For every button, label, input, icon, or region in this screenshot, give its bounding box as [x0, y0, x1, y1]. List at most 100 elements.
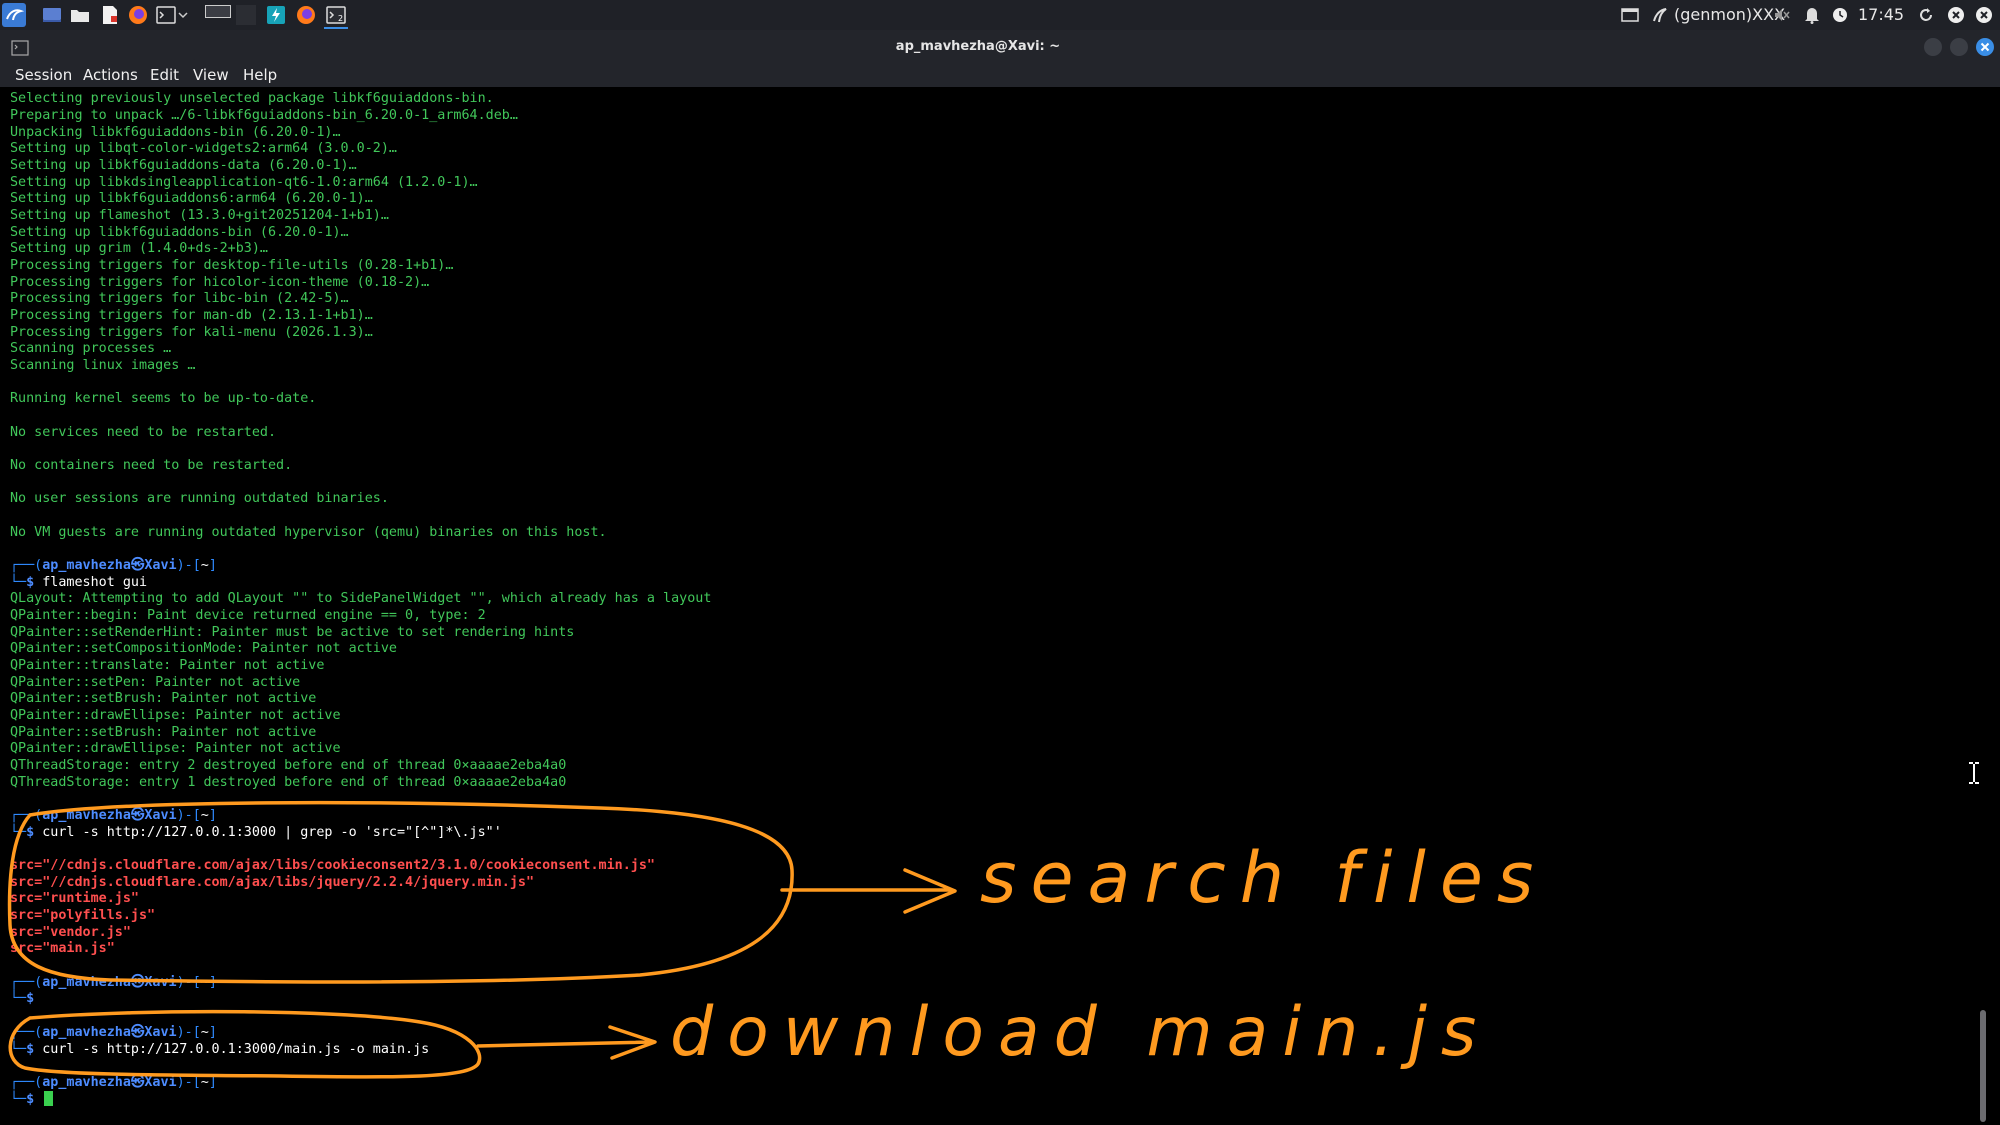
maximize-button[interactable]	[1950, 38, 1968, 56]
output-line: Setting up libkf6guiaddons6:arm64 (6.20.…	[10, 191, 373, 206]
menu-edit[interactable]: Edit	[150, 63, 179, 87]
output-line: QPainter::setBrush: Painter not active	[10, 725, 317, 740]
svg-text:2: 2	[338, 14, 343, 23]
prompt-host: Xavi	[144, 558, 177, 573]
genmon-icon	[1648, 3, 1672, 27]
prompt-line: ┌──(ap_mavhezha㉿Xavi)-[~]	[10, 975, 217, 990]
file-manager-icon[interactable]	[68, 3, 92, 27]
output-line: QPainter::begin: Paint device returned e…	[10, 608, 486, 623]
prompt-dir: ~	[200, 558, 209, 573]
text-editor-icon[interactable]	[98, 3, 122, 27]
prompt-host: Xavi	[144, 808, 177, 823]
prompt-host: Xavi	[144, 1075, 177, 1090]
refresh-icon[interactable]	[1914, 3, 1938, 27]
clock-time[interactable]: 17:45	[1858, 0, 1904, 30]
firefox-icon[interactable]	[126, 3, 150, 27]
command-line[interactable]: └─$	[10, 1091, 34, 1108]
show-desktop-icon[interactable]	[40, 3, 64, 27]
command-line: └─$ flameshot gui	[10, 575, 148, 590]
prompt-line: ┌──(ap_mavhezha㉿Xavi)-[~]	[10, 1075, 217, 1090]
output-line: Preparing to unpack …/6-libkf6guiaddons-…	[10, 108, 518, 123]
power-icon[interactable]	[1972, 3, 1996, 27]
output-line: Setting up libkf6guiaddons-bin (6.20.0-1…	[10, 225, 349, 240]
output-line: QPainter::drawEllipse: Painter not activ…	[10, 708, 341, 723]
close-icon	[1980, 42, 1990, 52]
prompt-line: ┌──(ap_mavhezha㉿Xavi)-[~]	[10, 808, 217, 823]
window-title: ap_mavhezha@Xavi: ~	[895, 39, 1061, 54]
output-line: Scanning processes …	[10, 341, 172, 356]
minimize-button[interactable]	[1924, 38, 1942, 56]
output-line: Processing triggers for kali-menu (2026.…	[10, 325, 373, 340]
text-cursor	[44, 1091, 53, 1106]
prompt-user: ap_mavhezha	[42, 1075, 131, 1090]
output-line: QThreadStorage: entry 1 destroyed before…	[10, 775, 567, 790]
volume-muted-icon[interactable]	[1770, 3, 1794, 27]
chevron-down-icon[interactable]	[176, 3, 190, 27]
window-switcher-icon[interactable]	[1618, 3, 1642, 27]
output-line: No services need to be restarted.	[10, 425, 277, 440]
output-line: Unpacking libkf6guiaddons-bin (6.20.0-1)…	[10, 125, 341, 140]
prompt-dir: ~	[200, 808, 209, 823]
output-line: Processing triggers for man-db (2.13.1-1…	[10, 308, 373, 323]
terminal-scrollbar[interactable]	[1980, 1010, 1986, 1122]
output-line: QPainter::setPen: Painter not active	[10, 675, 301, 690]
prompt-host: Xavi	[144, 975, 177, 990]
terminal-taskbar-icon[interactable]: 2	[324, 3, 348, 29]
output-line: src="runtime.js"	[10, 891, 139, 906]
output-line: src="//cdnjs.cloudflare.com/ajax/libs/jq…	[10, 875, 535, 890]
prompt-dir: ~	[200, 1025, 209, 1040]
output-line: Setting up grim (1.4.0+ds-2+b3)…	[10, 241, 268, 256]
prompt-host: Xavi	[144, 1025, 177, 1040]
menu-view[interactable]: View	[193, 63, 229, 87]
clock-icon	[1828, 3, 1852, 27]
close-button[interactable]	[1976, 38, 1994, 56]
prompt-line: ┌──(ap_mavhezha㉿Xavi)-[~]	[10, 558, 217, 573]
top-panel: 2 (genmon)XXX 17:45	[0, 0, 2000, 30]
prompt-user: ap_mavhezha	[42, 975, 131, 990]
output-line: src="main.js"	[10, 941, 115, 956]
prompt-dir: ~	[200, 975, 209, 990]
output-line: Scanning linux images …	[10, 358, 196, 373]
output-line: Setting up flameshot (13.3.0+git20251204…	[10, 208, 389, 223]
output-line: No VM guests are running outdated hyperv…	[10, 525, 607, 540]
terminal-launcher-icon[interactable]	[154, 3, 178, 27]
workspace-2-icon[interactable]	[236, 3, 256, 27]
output-line: src="//cdnjs.cloudflare.com/ajax/libs/co…	[10, 858, 655, 873]
prompt-user: ap_mavhezha	[42, 808, 131, 823]
command-line: └─$ curl -s http://127.0.0.1:3000 | grep…	[10, 825, 502, 840]
prompt-user: ap_mavhezha	[42, 558, 131, 573]
menu-session[interactable]: Session	[15, 63, 72, 87]
menu-help[interactable]: Help	[243, 63, 277, 87]
genmon-label: (genmon)XXX	[1674, 5, 1786, 24]
output-line: QPainter::drawEllipse: Painter not activ…	[10, 741, 341, 756]
output-line: No user sessions are running outdated bi…	[10, 491, 389, 506]
network-icon[interactable]	[1944, 3, 1968, 27]
output-line: Selecting previously unselected package …	[10, 91, 494, 106]
pipe-symbol: |	[284, 825, 293, 840]
command-text: curl -s http://127.0.0.1:3000/main.js -o…	[42, 1042, 430, 1057]
firefox-taskbar-icon[interactable]	[294, 3, 318, 27]
output-line: Processing triggers for desktop-file-uti…	[10, 258, 454, 273]
prompt-dir: ~	[200, 1075, 209, 1090]
output-line: Setting up libqt-color-widgets2:arm64 (3…	[10, 141, 397, 156]
command-text: grep -o 'src="[^"]*\.js"'	[300, 825, 502, 840]
prompt-line: ┌──(ap_mavhezha㉿Xavi)-[~]	[10, 1025, 217, 1040]
notification-bell-icon[interactable]	[1800, 3, 1824, 27]
window-titlebar[interactable]: ap_mavhezha@Xavi: ~	[0, 30, 2000, 63]
output-line: src="polyfills.js"	[10, 908, 156, 923]
kali-menu-icon[interactable]	[2, 3, 26, 27]
command-text: flameshot gui	[42, 575, 148, 590]
output-line: Processing triggers for libc-bin (2.42-5…	[10, 291, 349, 306]
output-line: QPainter::translate: Painter not active	[10, 658, 325, 673]
output-line: QThreadStorage: entry 2 destroyed before…	[10, 758, 567, 773]
command-text: curl -s http://127.0.0.1:3000	[42, 825, 277, 840]
ibeam-cursor-icon	[1969, 762, 1979, 784]
output-line: QPainter::setBrush: Painter not active	[10, 691, 317, 706]
workspace-1-icon[interactable]	[204, 3, 232, 27]
output-line: No containers need to be restarted.	[10, 458, 293, 473]
menu-bar: Session Actions Edit View Help	[0, 63, 2000, 87]
burpsuite-taskbar-icon[interactable]	[264, 3, 288, 27]
output-line: src="vendor.js"	[10, 925, 131, 940]
command-line: └─$	[10, 991, 35, 1006]
menu-actions[interactable]: Actions	[83, 63, 138, 87]
